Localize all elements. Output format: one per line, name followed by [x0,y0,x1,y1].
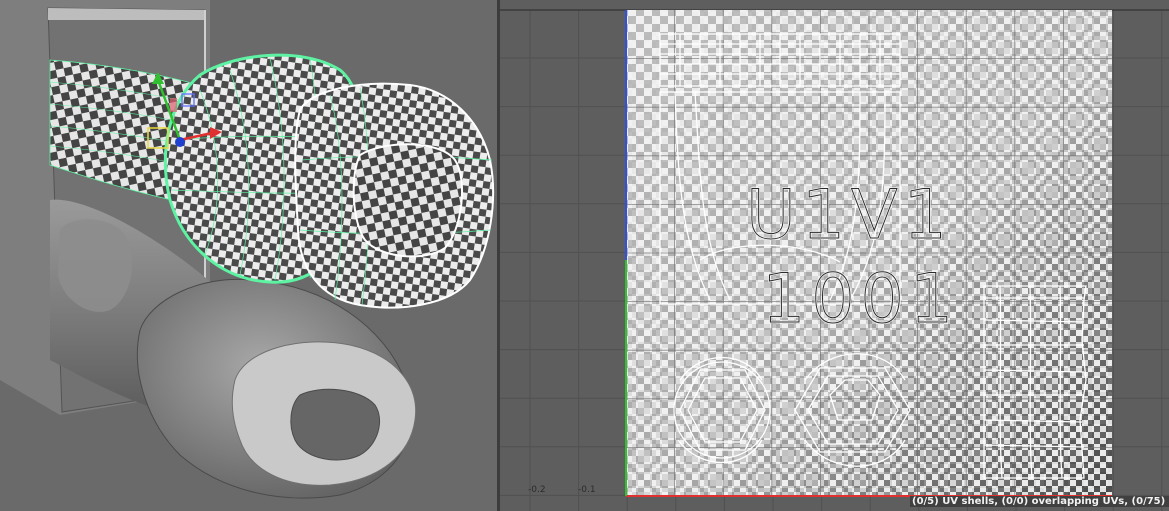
uv-status-readout: (0/5) UV shells, (0/0) overlapping UVs, … [910,496,1169,507]
svg-text:U1V1: U1V1 [746,176,953,255]
viewport-scene [0,0,497,511]
axis-tick-label: -0.2 [528,485,546,495]
axis-tick-label: -0.1 [578,485,596,495]
svg-text:1001: 1001 [762,260,959,339]
3d-viewport[interactable] [0,0,497,511]
uv-editor[interactable]: U1V1 U1V1 1001 1001 -0.2 -0.1 (0/5) UV s… [500,0,1169,511]
uv-canvas[interactable]: U1V1 U1V1 1001 1001 [500,0,1169,511]
square-drive-hole [352,143,463,258]
